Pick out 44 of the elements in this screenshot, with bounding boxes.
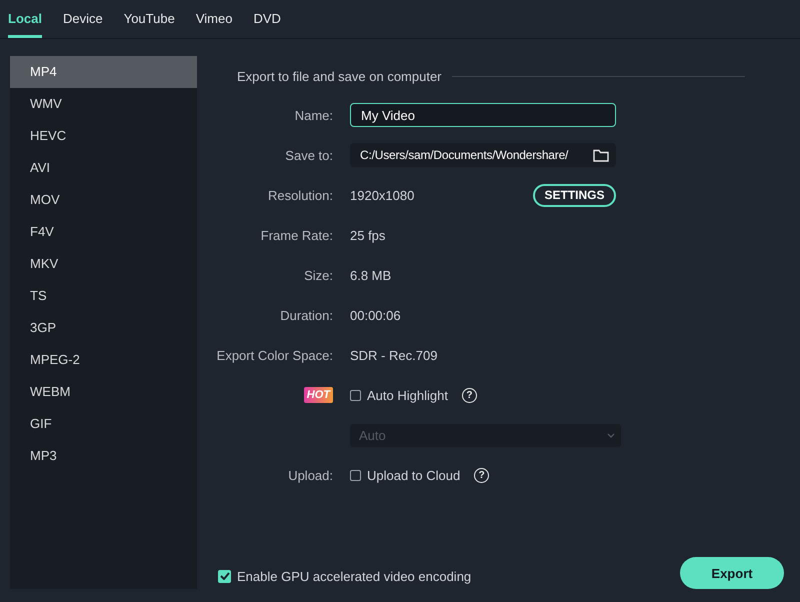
save-path-field[interactable]: C:/Users/sam/Documents/Wondershare/ [350, 143, 616, 167]
tab[interactable]: YouTube [124, 0, 175, 38]
format-item[interactable]: AVI [10, 152, 197, 184]
field-label: Duration: [280, 308, 333, 322]
format-item[interactable]: MPEG-2 [10, 344, 197, 376]
field-value: 1920x1080 [350, 188, 416, 202]
section-title: Export to file and save on computer [237, 69, 442, 84]
format-item[interactable]: TS [10, 280, 197, 312]
format-item[interactable]: MOV [10, 184, 197, 216]
field-label: Frame Rate: [260, 228, 333, 242]
help-icon[interactable]: ? [474, 468, 490, 482]
field-label: Upload: [288, 468, 333, 482]
field-label: Name: [294, 108, 333, 122]
field-label: Save to: [285, 148, 333, 162]
folder-icon[interactable] [593, 148, 609, 162]
field-label: Resolution: [268, 188, 333, 202]
format-item[interactable]: WEBM [10, 376, 197, 408]
name-input[interactable]: My Video [350, 103, 616, 127]
field-value: SDR - Rec.709 [350, 348, 438, 362]
format-item[interactable]: GIF [10, 408, 197, 440]
tab[interactable]: Device [62, 0, 103, 38]
field-value: 6.8 MB [350, 268, 392, 282]
tab[interactable]: DVD [253, 0, 281, 38]
checkmark-icon [220, 572, 230, 580]
format-item[interactable]: MP3 [10, 440, 197, 472]
format-item[interactable]: MKV [10, 248, 197, 280]
export-button[interactable]: Export [680, 557, 784, 589]
field-label: Export Color Space: [216, 348, 333, 362]
tab[interactable]: Local [8, 0, 42, 38]
format-item[interactable]: MP4 [10, 56, 197, 88]
field-value: 00:00:06 [350, 308, 402, 322]
gpu-checkbox[interactable]: Enable GPU accelerated video encoding [218, 568, 472, 584]
format-item[interactable]: WMV [10, 88, 197, 120]
tab[interactable]: Vimeo [196, 0, 232, 38]
settings-button[interactable]: SETTINGS [533, 184, 616, 206]
field-value: 25 fps [350, 228, 386, 242]
checkbox[interactable]: Upload to Cloud [350, 468, 460, 482]
format-item[interactable]: 3GP [10, 312, 197, 344]
format-item[interactable]: HEVC [10, 120, 197, 152]
format-item[interactable]: F4V [10, 216, 197, 248]
hot-badge: HOT [304, 387, 333, 403]
checkbox[interactable]: Auto Highlight [350, 388, 448, 402]
help-icon[interactable]: ? [462, 388, 477, 402]
field-label: Size: [304, 268, 333, 282]
